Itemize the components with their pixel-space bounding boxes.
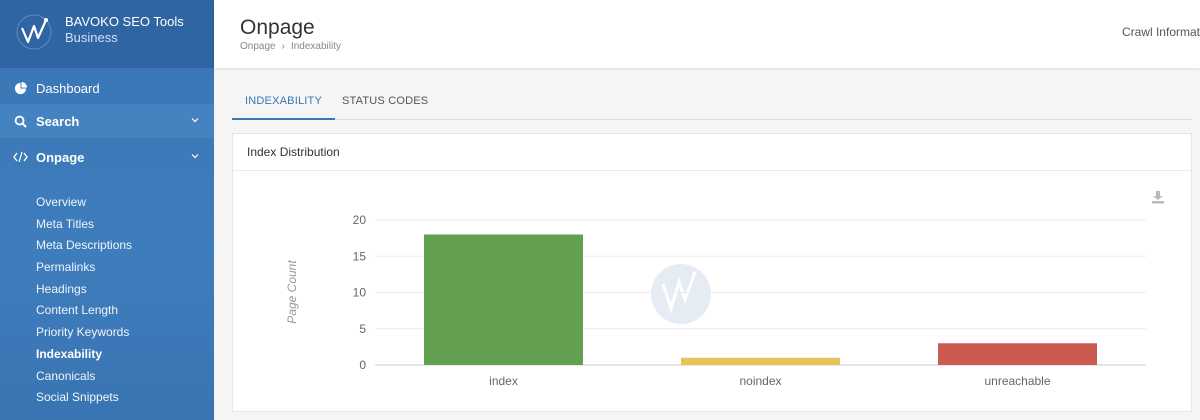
page-title: Onpage [240,16,315,39]
nav-onpage-label: Onpage [36,149,85,165]
nav-dashboard[interactable]: Dashboard [0,72,214,104]
tab-indexability[interactable]: INDEXABILITY [232,84,335,120]
nav-dashboard-label: Dashboard [36,80,100,96]
submenu-item-meta-descriptions[interactable]: Meta Descriptions [0,235,214,257]
nav-onpage[interactable]: Onpage [0,138,214,176]
rocket-logo-icon [16,14,52,50]
y-tick-label: 15 [353,249,367,263]
submenu-item-canonicals[interactable]: Canonicals [0,366,214,388]
chevron-down-icon[interactable] [190,151,200,161]
bar-index[interactable] [424,234,583,366]
x-tick-label: index [489,374,518,388]
y-axis-label: Page Count [285,260,299,324]
brand-subtitle: Business [65,30,118,45]
submenu-item-permalinks[interactable]: Permalinks [0,257,214,279]
chevron-down-icon[interactable] [190,115,200,125]
code-icon [12,149,28,165]
y-tick-label: 5 [359,322,366,336]
y-tick-label: 20 [353,213,367,227]
submenu-item-priority-keywords[interactable]: Priority Keywords [0,322,214,344]
page-header: Onpage Onpage › Indexability Crawl Informa… [214,0,1200,68]
breadcrumb-separator-icon: › [281,41,285,52]
y-tick-label: 10 [353,286,367,300]
nav-search[interactable]: Search [0,104,214,138]
x-tick-label: noindex [739,374,781,388]
crawl-information-link[interactable]: Crawl Informat [1122,25,1200,39]
submenu-item-content-length[interactable]: Content Length [0,300,214,322]
onpage-submenu: Overview Meta Titles Meta Descriptions P… [0,176,214,409]
y-tick-label: 0 [359,358,366,372]
watermark-logo-icon [651,264,711,324]
nav-search-label: Search [36,113,80,129]
pie-chart-icon [12,80,28,96]
tab-bar: INDEXABILITY STATUS CODES [232,84,1192,120]
bar-unreachable[interactable] [938,343,1097,365]
card-title: Index Distribution [233,134,1191,171]
submenu-item-overview[interactable]: Overview [0,192,214,214]
brand[interactable]: BAVOKO SEO Tools Business [0,0,214,68]
bar-noindex[interactable] [681,357,840,365]
submenu-item-social-snippets[interactable]: Social Snippets [0,387,214,409]
submenu-item-headings[interactable]: Headings [0,279,214,301]
submenu-item-meta-titles[interactable]: Meta Titles [0,214,214,236]
breadcrumb-item-indexability: Indexability [290,41,341,52]
submenu-item-indexability[interactable]: Indexability [0,344,214,366]
brand-title: BAVOKO SEO Tools [65,14,184,29]
search-icon [12,113,28,129]
tab-status-codes[interactable]: STATUS CODES [329,84,441,120]
sidebar: BAVOKO SEO Tools Business Dashboard Sear… [0,0,214,420]
breadcrumb-item-onpage[interactable]: Onpage [240,41,276,52]
breadcrumb: Onpage › Indexability [240,41,341,52]
index-distribution-card: Index Distribution 0 5 10 15 20 index noindex… [232,133,1192,412]
x-tick-label: unreachable [984,374,1050,388]
bar-chart: 0 5 10 15 20 index noindex unreachable Page Co… [285,213,1146,388]
